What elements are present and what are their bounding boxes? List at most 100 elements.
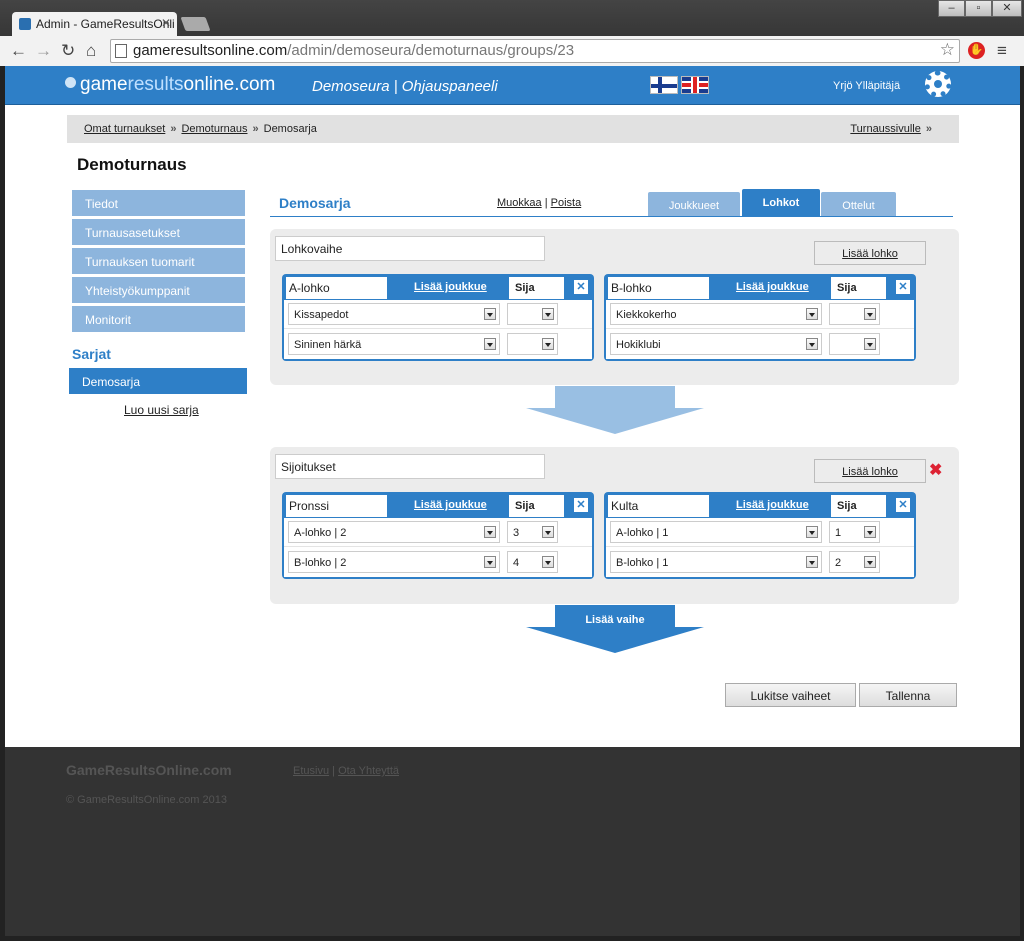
table-row: Hokiklubi (606, 330, 914, 359)
rank-select[interactable]: 3 (507, 521, 558, 543)
add-stage-button[interactable]: Lisää vaihe (526, 605, 704, 653)
chevron-down-icon (542, 338, 554, 350)
save-button[interactable]: Tallenna (859, 683, 957, 707)
back-icon[interactable]: ← (10, 41, 27, 61)
add-team-link[interactable]: Lisää joukkue (736, 499, 809, 511)
table-row: A-lohko | 2 3 (284, 518, 592, 547)
uk-flag-icon[interactable] (681, 76, 709, 94)
team-select[interactable]: Sininen härkä (288, 333, 500, 355)
stage-name-input[interactable]: Sijoitukset (275, 454, 545, 479)
group-name-input[interactable]: Pronssi (286, 495, 387, 517)
url-path: /admin/demoseura/demoturnaus/groups/23 (287, 42, 575, 59)
tab-lohkot[interactable]: Lohkot (742, 189, 820, 216)
tab-title: Admin - GameResultsOnli (36, 17, 175, 31)
rank-select-value: 3 (513, 527, 520, 539)
add-team-link[interactable]: Lisää joukkue (736, 281, 809, 293)
team-select[interactable]: Hokiklubi (610, 333, 822, 355)
finnish-flag-icon[interactable] (650, 76, 678, 94)
remove-group-icon[interactable]: ✕ (896, 498, 910, 512)
minimize-icon[interactable]: – (938, 0, 965, 17)
rank-header: Sija (831, 495, 886, 517)
rank-select[interactable] (507, 333, 558, 355)
rank-select[interactable] (829, 333, 880, 355)
menu-icon[interactable]: ≡ (997, 41, 1007, 61)
address-bar[interactable]: gameresultsonline.com/admin/demoseura/de… (110, 39, 960, 63)
remove-group-icon[interactable]: ✕ (574, 498, 588, 512)
browser-chrome: Admin - GameResultsOnli ✕ – ▫ ✕ ← → ↻ ⌂ … (0, 0, 1024, 66)
site-logo[interactable]: gameresultsonline.com (65, 74, 275, 96)
group-name-input[interactable]: A-lohko (286, 277, 387, 299)
close-window-icon[interactable]: ✕ (992, 0, 1022, 17)
rank-header: Sija (509, 277, 564, 299)
rank-select[interactable]: 4 (507, 551, 558, 573)
chevron-down-icon (806, 556, 818, 568)
breadcrumb-link-tournaments[interactable]: Omat turnaukset (84, 123, 165, 135)
table-row: A-lohko | 1 1 (606, 518, 914, 547)
reload-icon[interactable]: ↻ (61, 41, 75, 61)
footer-home-link[interactable]: Etusivu (293, 765, 329, 777)
page: gameresultsonline.com Demoseura | Ohjaus… (5, 66, 1020, 747)
team-select-value: Kiekkokerho (616, 309, 677, 321)
remove-group-icon[interactable]: ✕ (896, 280, 910, 294)
forward-icon[interactable]: → (35, 41, 52, 61)
edit-link[interactable]: Muokkaa (497, 197, 542, 209)
chevron-down-icon (864, 556, 876, 568)
rank-header: Sija (509, 495, 564, 517)
separator: | (332, 765, 335, 777)
home-icon[interactable]: ⌂ (86, 41, 96, 61)
team-select[interactable]: Kissapedot (288, 303, 500, 325)
add-team-link[interactable]: Lisää joukkue (414, 281, 487, 293)
group-name-input[interactable]: Kulta (608, 495, 709, 517)
team-select[interactable]: Kiekkokerho (610, 303, 822, 325)
chevron-down-icon (864, 526, 876, 538)
sidebar-item-yhteistyokumppanit[interactable]: Yhteistyökumppanit (72, 277, 245, 303)
team-select-value: A-lohko | 1 (616, 527, 669, 539)
rank-select[interactable] (829, 303, 880, 325)
remove-group-icon[interactable]: ✕ (574, 280, 588, 294)
team-select[interactable]: A-lohko | 1 (610, 521, 822, 543)
sidebar-item-tiedot[interactable]: Tiedot (72, 190, 245, 216)
add-group-button[interactable]: Lisää lohko (814, 241, 926, 265)
table-row: B-lohko | 1 2 (606, 548, 914, 577)
team-select[interactable]: A-lohko | 2 (288, 521, 500, 543)
team-select[interactable]: B-lohko | 2 (288, 551, 500, 573)
bookmark-star-icon[interactable]: ☆ (940, 40, 955, 60)
user-name[interactable]: Yrjö Ylläpitäjä (833, 80, 900, 92)
sidebar-item-demosarja[interactable]: Demosarja (69, 368, 247, 394)
footer-contact-link[interactable]: Ota Yhteyttä (338, 765, 399, 777)
breadcrumb: Omat turnaukset » Demoturnaus » Demosarja Tu… (67, 115, 959, 143)
delete-link[interactable]: Poista (551, 197, 582, 209)
breadcrumb-link-tournament[interactable]: Demoturnaus (181, 123, 247, 135)
group-box: Kulta Lisää joukkue Sija ✕ A-lohko | 1 1… (604, 492, 916, 579)
group-name-input[interactable]: B-lohko (608, 277, 709, 299)
stage-name-input[interactable]: Lohkovaihe (275, 236, 545, 261)
rank-select[interactable]: 2 (829, 551, 880, 573)
lock-stages-button[interactable]: Lukitse vaiheet (725, 683, 856, 707)
close-tab-icon[interactable]: ✕ (161, 16, 171, 30)
new-tab-button[interactable] (180, 17, 211, 31)
logo-text-2: results (127, 74, 184, 95)
extension-icon[interactable]: ✋ (968, 42, 985, 59)
chevron-down-icon (806, 526, 818, 538)
footer-links: Etusivu | Ota Yhteyttä (293, 765, 399, 777)
team-select[interactable]: B-lohko | 1 (610, 551, 822, 573)
sidebar-item-monitorit[interactable]: Monitorit (72, 306, 245, 332)
rank-select[interactable] (507, 303, 558, 325)
tab-ottelut[interactable]: Ottelut (821, 192, 896, 216)
sidebar-item-tuomarit[interactable]: Turnauksen tuomarit (72, 248, 245, 274)
tab-joukkueet[interactable]: Joukkueet (648, 192, 740, 216)
team-select-value: B-lohko | 1 (616, 557, 669, 569)
rank-select[interactable]: 1 (829, 521, 880, 543)
add-group-button[interactable]: Lisää lohko (814, 459, 926, 483)
delete-stage-icon[interactable]: ✖ (929, 460, 942, 480)
create-serie-link[interactable]: Luo uusi sarja (124, 403, 199, 417)
footer-copyright: © GameResultsOnline.com 2013 (66, 794, 227, 806)
settings-gear-icon[interactable] (925, 71, 951, 97)
tournament-page-link[interactable]: Turnaussivulle (850, 123, 921, 135)
browser-tab[interactable]: Admin - GameResultsOnli ✕ (12, 12, 177, 36)
chevron-down-icon (484, 526, 496, 538)
maximize-icon[interactable]: ▫ (965, 0, 992, 17)
sidebar-item-turnausasetukset[interactable]: Turnausasetukset (72, 219, 245, 245)
add-team-link[interactable]: Lisää joukkue (414, 499, 487, 511)
double-chevron-icon: » (252, 123, 259, 135)
